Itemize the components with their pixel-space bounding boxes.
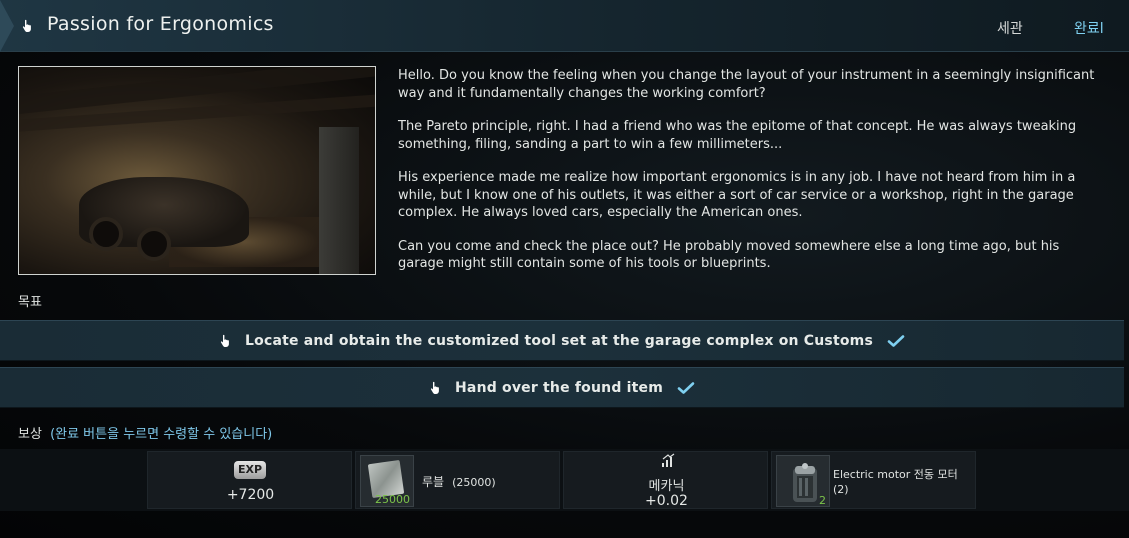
objectives-label: 목표	[18, 295, 42, 310]
checkmark-icon	[677, 381, 695, 395]
quest-title: Passion for Ergonomics	[47, 13, 274, 35]
objective-row: Hand over the found item	[0, 367, 1124, 408]
description-paragraph: His experience made me realize how impor…	[398, 170, 1076, 220]
skill-name: 메카닉	[648, 479, 685, 494]
reward-exp: EXP +7200	[147, 451, 352, 509]
skill-icon	[660, 452, 676, 468]
hand-pointer-icon	[219, 334, 233, 348]
exp-value: +7200	[226, 487, 275, 503]
quest-image	[18, 66, 376, 275]
complete-button[interactable]: 완료l	[1074, 18, 1104, 38]
quest-header: Passion for Ergonomics 세관 완료l	[0, 0, 1129, 52]
description-paragraph: Can you come and check the place out? He…	[398, 238, 1060, 272]
money-label: 루블 (25000)	[422, 473, 496, 490]
item-quantity: (2)	[833, 483, 849, 496]
rewards-title: 보상	[18, 427, 42, 442]
money-amount: (25000)	[452, 476, 496, 489]
item-name: Electric motor 전동 모터	[833, 468, 958, 481]
objective-text: Hand over the found item	[455, 379, 663, 396]
money-stack-count: 25000	[375, 493, 410, 506]
item-label: Electric motor 전동 모터 (2)	[833, 467, 958, 497]
hand-pointer-icon	[429, 381, 443, 395]
objective-text: Locate and obtain the customized tool se…	[245, 332, 873, 349]
decline-button[interactable]: 세관	[997, 18, 1023, 38]
item-stack-count: 2	[819, 494, 826, 507]
exp-icon: EXP	[234, 461, 266, 479]
reward-item[interactable]: 2 Electric motor 전동 모터 (2)	[771, 451, 976, 509]
skill-value: +0.02	[645, 493, 688, 509]
description-paragraph: The Pareto principle, right. I had a fri…	[398, 119, 1077, 152]
quest-description: Hello. Do you know the feeling when you …	[398, 67, 1098, 289]
reward-money[interactable]: 25000 루블 (25000)	[355, 451, 560, 509]
rewards-label: 보상 (완료 버튼을 누르면 수령할 수 있습니다)	[18, 423, 272, 442]
money-item-slot[interactable]: 25000	[360, 455, 414, 507]
hand-pointer-icon	[21, 19, 35, 33]
rewards-note: (완료 버튼을 누르면 수령할 수 있습니다)	[50, 427, 273, 442]
checkmark-icon	[887, 334, 905, 348]
reward-skill: 메카닉 +0.02	[563, 451, 768, 509]
description-paragraph: Hello. Do you know the feeling when you …	[398, 68, 1095, 101]
header-arrow-decoration	[0, 0, 14, 52]
objective-row: Locate and obtain the customized tool se…	[0, 320, 1124, 361]
money-name: 루블	[422, 475, 445, 489]
item-slot[interactable]: 2	[776, 455, 830, 507]
